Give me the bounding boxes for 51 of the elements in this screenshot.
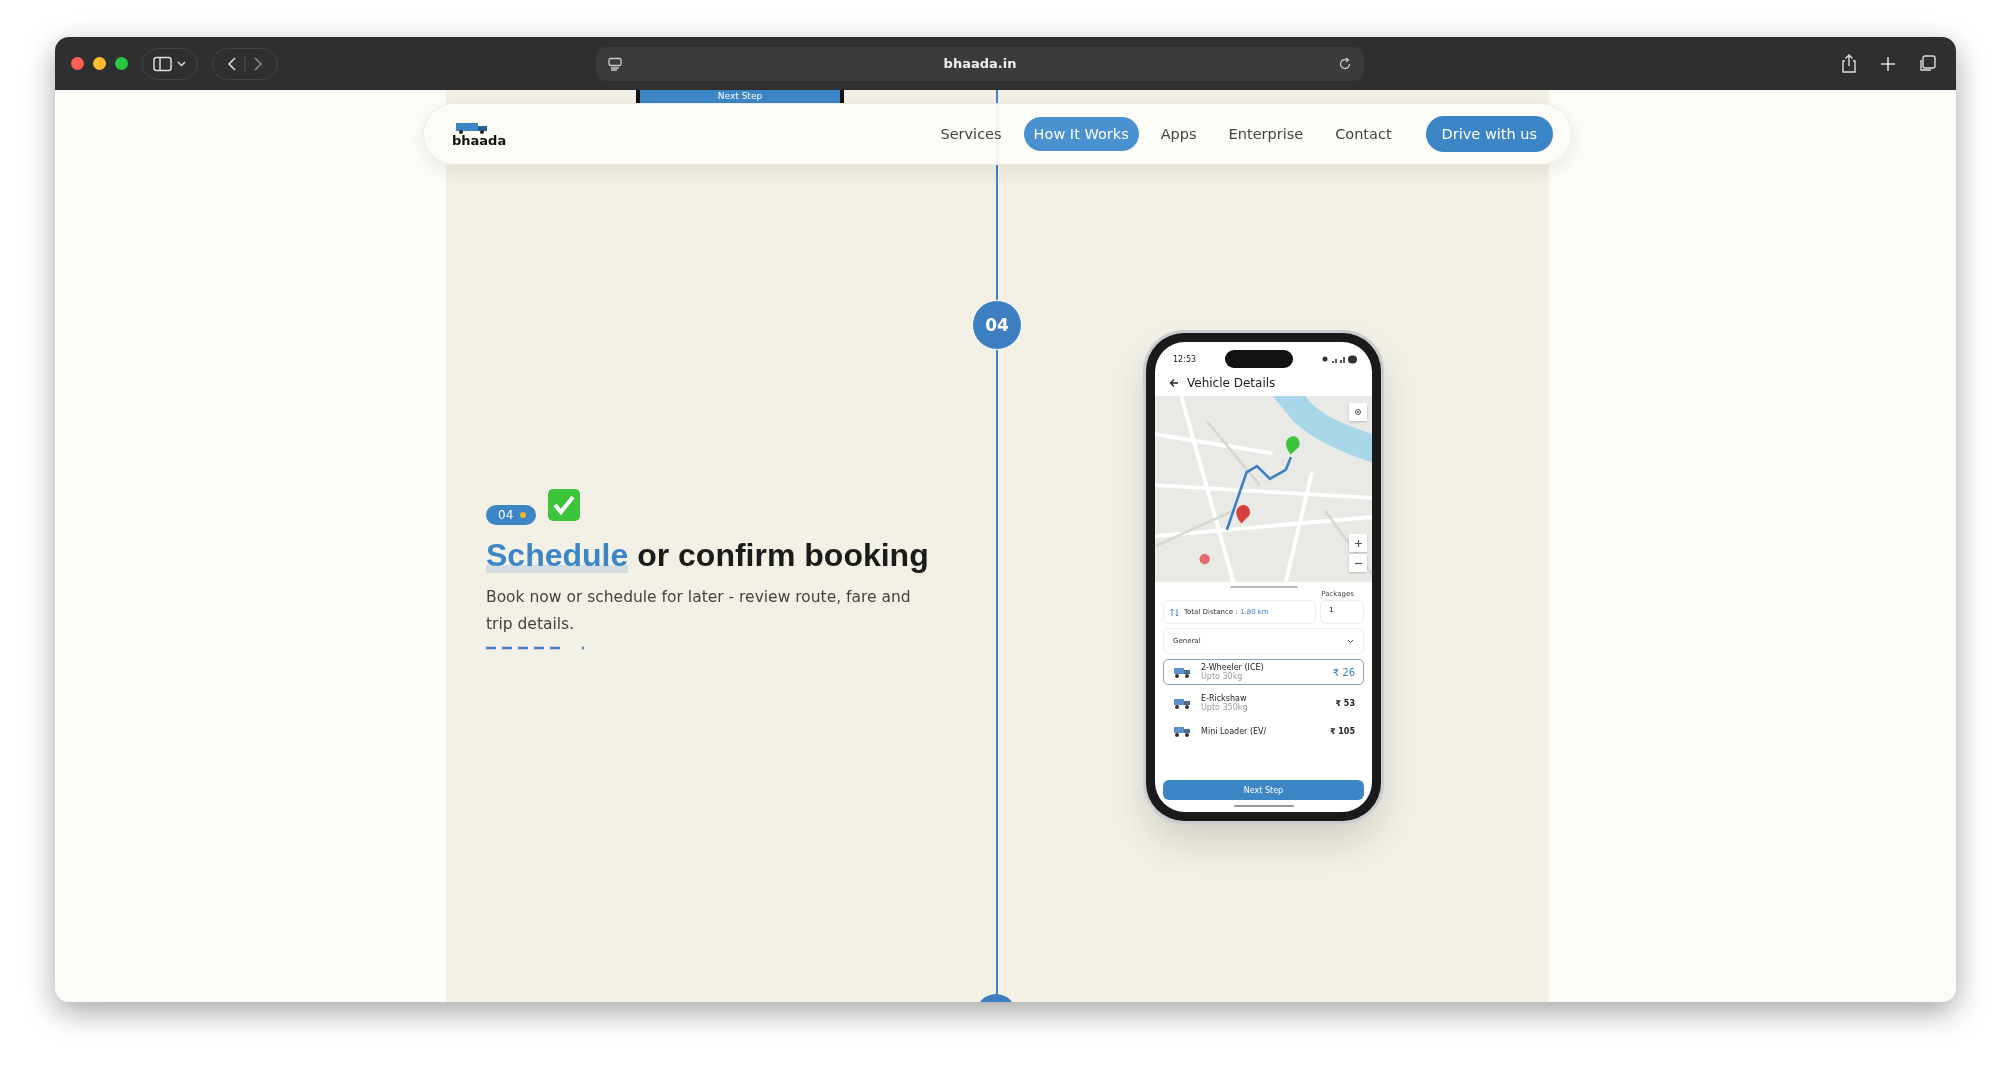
- vehicle-icon: [1172, 697, 1192, 709]
- vehicle-option[interactable]: E-Rickshaw Upto 350kg ₹ 53: [1163, 690, 1364, 716]
- vehicle-option[interactable]: Mini Loader (EV/ ₹ 105: [1163, 721, 1364, 741]
- vehicle-option[interactable]: 2-Wheeler (ICE) Upto 30kg ₹ 26: [1163, 659, 1364, 685]
- nav-link[interactable]: Services: [930, 117, 1012, 151]
- logo[interactable]: bhaada: [452, 133, 507, 147]
- maximize-icon[interactable]: [115, 57, 128, 70]
- nav-link[interactable]: Contact: [1325, 117, 1402, 151]
- step-description: Book now or schedule for later - review route, fare and trip details.: [486, 587, 912, 635]
- address-bar[interactable]: bhaada.in: [596, 46, 1364, 81]
- page-icon: [608, 56, 622, 71]
- url-text: bhaada.in: [943, 56, 1017, 71]
- reload-icon[interactable]: [1338, 56, 1352, 71]
- plus-icon: [1354, 539, 1362, 547]
- vehicle-price: ₹ 53: [1335, 698, 1355, 708]
- zoom-in-button[interactable]: [1349, 534, 1367, 552]
- tabs-overview-icon[interactable]: [1918, 54, 1936, 73]
- timeline-step-number: 04: [972, 300, 1022, 350]
- sidebar-icon: [153, 55, 187, 72]
- share-icon[interactable]: [1840, 53, 1858, 74]
- step-badge: 04: [486, 505, 537, 525]
- vehicle-name: E-Rickshaw: [1201, 694, 1248, 703]
- status-icons: [1322, 354, 1358, 364]
- vehicle-name: Mini Loader (EV/: [1201, 726, 1268, 736]
- next-step-button[interactable]: Next Step: [636, 90, 844, 103]
- locate-icon: [1354, 408, 1362, 416]
- vehicle-capacity: Upto 350kg: [1201, 703, 1249, 712]
- close-icon[interactable]: [71, 57, 84, 70]
- sheet-handle[interactable]: [1229, 586, 1298, 588]
- back-arrow-icon[interactable]: [1169, 378, 1179, 388]
- next-step-button[interactable]: Next Step: [1163, 780, 1364, 800]
- minimize-icon[interactable]: [93, 57, 106, 70]
- drive-with-us-button[interactable]: Drive with us: [1425, 116, 1553, 152]
- vehicle-price: ₹ 26: [1332, 666, 1355, 678]
- vehicle-price: ₹ 105: [1329, 726, 1355, 736]
- home-indicator: [1233, 805, 1294, 807]
- screen-title: Vehicle Details: [1187, 376, 1276, 390]
- swap-arrows-icon: [1170, 607, 1179, 617]
- vehicle-icon: [1172, 666, 1192, 678]
- nav-link[interactable]: Enterprise: [1218, 117, 1314, 151]
- dashed-line-icon: [486, 646, 586, 650]
- chevron-down-icon: [1347, 638, 1354, 644]
- vehicle-name: 2-Wheeler (ICE): [1201, 663, 1265, 672]
- locate-button[interactable]: [1349, 403, 1367, 421]
- vehicle-icon: [1172, 725, 1192, 737]
- dynamic-island: [1225, 350, 1294, 368]
- nav-link[interactable]: Apps: [1150, 117, 1207, 151]
- vehicle-capacity: Upto 30kg: [1201, 672, 1244, 681]
- status-time: 12:53: [1173, 354, 1197, 364]
- step-title: Schedule or confirm booking: [486, 537, 930, 574]
- new-tab-icon[interactable]: [1880, 55, 1896, 72]
